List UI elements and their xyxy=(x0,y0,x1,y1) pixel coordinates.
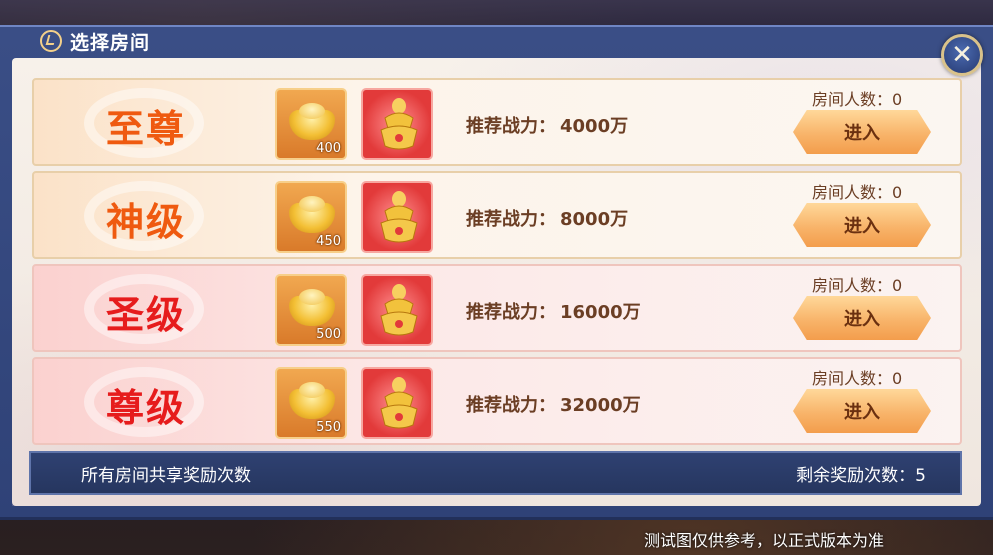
room-row: 圣级 500 推荐战力： 16000万 房间人数：0 进入 xyxy=(32,264,962,352)
enter-button[interactable]: 进入 xyxy=(793,389,931,433)
back-arrow-icon xyxy=(40,30,62,52)
room-player-count: 房间人数：0 xyxy=(812,276,903,295)
close-button[interactable]: ✕ xyxy=(941,34,983,76)
enter-button[interactable]: 进入 xyxy=(793,296,931,340)
room-player-count: 房间人数：0 xyxy=(812,369,903,388)
recommended-power: 推荐战力： 4000万 xyxy=(466,112,628,138)
enter-button[interactable]: 进入 xyxy=(793,203,931,247)
enter-button[interactable]: 进入 xyxy=(793,110,931,154)
gold-ingot-icon-top xyxy=(299,382,325,398)
gold-ingot-icon-top xyxy=(299,196,325,212)
disclaimer-text: 测试图仅供参考，以正式版本为准 xyxy=(644,531,885,550)
treasure-icon xyxy=(380,191,418,243)
recommended-power-value: 8000万 xyxy=(560,209,629,230)
close-icon: ✕ xyxy=(951,40,973,70)
recommended-power-value: 32000万 xyxy=(560,395,641,416)
treasure-icon xyxy=(380,377,418,429)
gold-ingot-item[interactable]: 500 xyxy=(275,274,347,346)
gold-ingot-icon-top xyxy=(299,103,325,119)
room-name: 尊级 xyxy=(105,386,186,430)
room-row: 尊级 550 推荐战力： 32000万 房间人数：0 进入 xyxy=(32,357,962,445)
gold-ingot-item[interactable]: 400 xyxy=(275,88,347,160)
recommended-power-value: 16000万 xyxy=(560,302,641,323)
reward-info-bar: 所有房间共享奖励次数 剩余奖励次数：5 xyxy=(29,451,962,495)
gold-ingot-item[interactable]: 550 xyxy=(275,367,347,439)
recommended-power: 推荐战力： 16000万 xyxy=(466,298,641,324)
room-row: 至尊 400 推荐战力： 4000万 房间人数：0 进入 xyxy=(32,78,962,166)
item-count: 550 xyxy=(316,420,341,435)
shared-reward-label: 所有房间共享奖励次数 xyxy=(81,465,251,486)
room-list: 至尊 400 推荐战力： 4000万 房间人数：0 进入 神级 450 推荐战力… xyxy=(32,78,962,450)
recommended-power: 推荐战力： 32000万 xyxy=(466,391,641,417)
room-name: 圣级 xyxy=(105,293,186,337)
room-row: 神级 450 推荐战力： 8000万 房间人数：0 进入 xyxy=(32,171,962,259)
item-count: 450 xyxy=(316,234,341,249)
treasure-item[interactable] xyxy=(361,367,433,439)
recommended-power: 推荐战力： 8000万 xyxy=(466,205,628,231)
recommended-power-label: 推荐战力： xyxy=(466,395,556,416)
dialog-title: 选择房间 xyxy=(70,31,151,54)
gold-ingot-item[interactable]: 450 xyxy=(275,181,347,253)
room-player-count: 房间人数：0 xyxy=(812,90,903,109)
recommended-power-label: 推荐战力： xyxy=(466,116,556,137)
recommended-power-value: 4000万 xyxy=(560,116,629,137)
room-name: 至尊 xyxy=(105,107,186,151)
remaining-reward-count: 剩余奖励次数：5 xyxy=(796,465,926,486)
treasure-icon xyxy=(380,284,418,336)
item-count: 500 xyxy=(316,327,341,342)
treasure-icon xyxy=(380,98,418,150)
item-count: 400 xyxy=(316,141,341,156)
recommended-power-label: 推荐战力： xyxy=(466,209,556,230)
gold-ingot-icon-top xyxy=(299,289,325,305)
recommended-power-label: 推荐战力： xyxy=(466,302,556,323)
treasure-item[interactable] xyxy=(361,88,433,160)
treasure-item[interactable] xyxy=(361,274,433,346)
room-player-count: 房间人数：0 xyxy=(812,183,903,202)
room-name: 神级 xyxy=(105,200,186,244)
dialog-header: 选择房间 xyxy=(40,27,150,55)
treasure-item[interactable] xyxy=(361,181,433,253)
